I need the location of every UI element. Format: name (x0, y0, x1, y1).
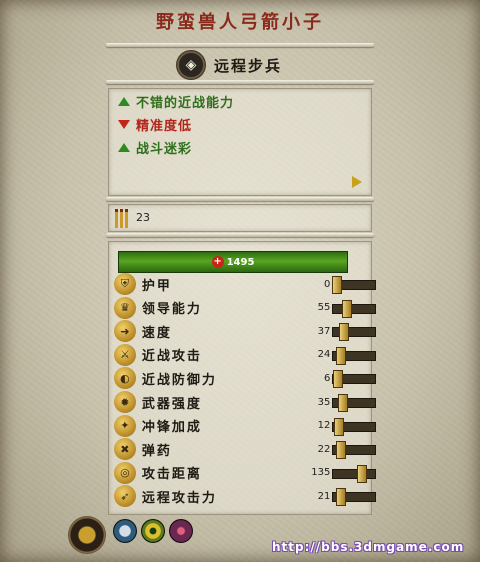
stat-label: 近战攻击 (141, 349, 202, 365)
ability-shield-icon[interactable] (113, 519, 137, 543)
stat-label: 弹药 (141, 443, 172, 459)
unit-title: 野蛮兽人弓箭小子 (156, 12, 324, 33)
stat-value: 37 (317, 325, 331, 337)
ability-claw-icon[interactable] (169, 519, 193, 543)
stat-gauge (332, 417, 377, 436)
ranged-infantry-icon[interactable]: ◈ (176, 50, 206, 80)
stat-value: 35 (317, 396, 331, 408)
leadership-icon: ♛ (114, 296, 136, 319)
stat-row[interactable]: ⛨ 护甲 0 (114, 273, 377, 295)
class-divider (106, 80, 374, 84)
ammo-row[interactable]: 23 (112, 206, 150, 228)
stat-gauge (332, 370, 377, 389)
armor-icon: ⛨ (114, 273, 136, 295)
stat-label: 速度 (141, 325, 172, 341)
stat-value: 24 (317, 349, 331, 361)
weapon-strength-icon: ✹ (114, 391, 136, 413)
stat-gauge-knob (341, 299, 352, 318)
stat-label: 护甲 (141, 278, 172, 294)
stat-row[interactable]: ✹ 武器强度 35 (114, 391, 377, 413)
stat-label: 冲锋加成 (141, 420, 202, 436)
stat-row[interactable]: ♛ 领导能力 55 (114, 296, 377, 319)
trait-up-icon (118, 142, 130, 152)
speed-icon: ➜ (114, 320, 136, 343)
trait-text: 不错的近战能力 (136, 95, 235, 111)
stat-gauge-knob (336, 346, 347, 365)
trait-up-icon (118, 96, 130, 106)
ammo-divider (106, 233, 374, 237)
stat-gauge (332, 464, 377, 483)
stat-gauge-knob (332, 276, 343, 294)
stat-row[interactable]: ✖ 弹药 22 (114, 438, 377, 461)
range-icon: ◎ (114, 461, 136, 484)
stat-label: 远程攻击力 (141, 490, 217, 506)
stat-row[interactable]: ◎ 攻击距离 135 (114, 461, 377, 484)
stat-value: 135 (311, 467, 331, 479)
melee-defense-icon: ◐ (114, 367, 136, 390)
stat-value: 6 (323, 372, 331, 384)
stat-gauge-knob (334, 417, 345, 436)
health-bar[interactable]: + 1495 (118, 251, 348, 273)
trait-item[interactable]: 战斗迷彩 (118, 137, 192, 157)
stat-gauge (332, 299, 377, 318)
stat-value: 0 (323, 278, 331, 290)
stat-gauge-knob (336, 441, 347, 460)
stat-gauge-knob (339, 323, 350, 342)
stat-gauge-knob (338, 394, 349, 412)
stat-label: 武器强度 (141, 396, 202, 412)
stat-gauge (332, 394, 377, 412)
ammunition-icon: ✖ (114, 438, 136, 461)
stat-gauge (332, 276, 377, 294)
faction-emblem-icon[interactable] (68, 516, 106, 554)
stat-gauge (332, 323, 377, 342)
stat-gauge-track (332, 468, 377, 479)
title-divider (106, 43, 374, 47)
stat-gauge (332, 488, 377, 507)
stat-gauge-knob (336, 488, 347, 507)
stat-value: 22 (317, 443, 331, 455)
health-cross-icon: + (211, 256, 224, 268)
ability-eye-icon[interactable] (141, 519, 165, 543)
unit-info-panel: 野蛮兽人弓箭小子 ◈ 远程步兵 不错的近战能力 精准度低 战斗迷彩 23 + 1… (0, 0, 480, 562)
more-traits-arrow-icon[interactable] (352, 176, 362, 188)
stat-value: 12 (317, 420, 331, 432)
trait-item[interactable]: 不错的近战能力 (118, 91, 234, 111)
unit-class-name: 远程步兵 (214, 56, 283, 75)
stat-row[interactable]: ✦ 冲锋加成 12 (114, 414, 377, 437)
trait-item[interactable]: 精准度低 (118, 114, 192, 134)
charge-bonus-icon: ✦ (114, 414, 136, 437)
trait-text: 战斗迷彩 (136, 141, 193, 157)
stat-gauge (332, 441, 377, 460)
stat-row[interactable]: ⚔ 近战攻击 24 (114, 343, 377, 366)
watermark: http://bbs.3dmgame.com (272, 540, 465, 554)
trait-down-icon (118, 119, 130, 129)
stat-row[interactable]: ◐ 近战防御力 6 (114, 367, 377, 390)
melee-attack-icon: ⚔ (114, 343, 136, 366)
stat-label: 近战防御力 (141, 372, 217, 388)
stat-gauge-knob (356, 464, 367, 483)
unit-class-row: ◈ 远程步兵 (176, 50, 282, 80)
stat-row[interactable]: ➶ 远程攻击力 21 (114, 485, 377, 508)
missile-damage-icon: ➶ (114, 485, 136, 508)
stat-row[interactable]: ➜ 速度 37 (114, 320, 377, 343)
stat-label: 领导能力 (141, 302, 202, 318)
health-value: 1495 (226, 256, 255, 268)
stat-value: 21 (317, 490, 331, 502)
stat-value: 55 (317, 302, 331, 314)
ammo-value: 23 (136, 210, 150, 224)
stat-gauge-knob (333, 370, 344, 389)
arrows-ammo-icon (112, 207, 132, 228)
stat-gauge (332, 346, 377, 365)
traits-divider (106, 197, 374, 201)
trait-text: 精准度低 (136, 118, 193, 134)
stat-label: 攻击距离 (141, 467, 202, 483)
stat-gauge-track (332, 303, 377, 314)
